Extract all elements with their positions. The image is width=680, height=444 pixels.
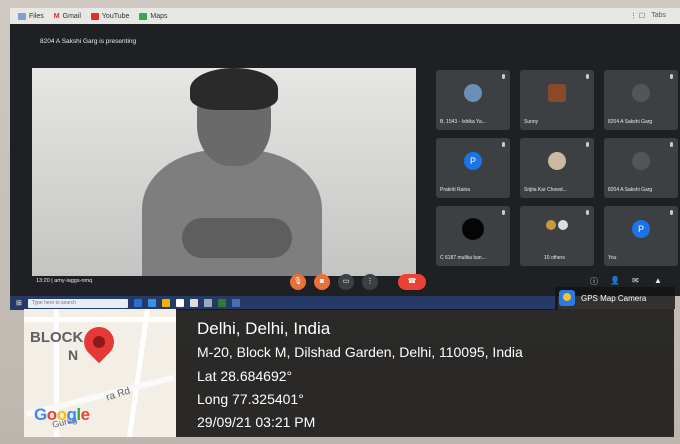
avatar bbox=[548, 84, 566, 102]
mic-icon bbox=[670, 210, 673, 215]
hang-up-button[interactable]: ☎ bbox=[398, 274, 426, 290]
meet-window: 8204 A Sakshi Garg is presenting B, 1543… bbox=[10, 24, 680, 296]
avatar bbox=[558, 220, 568, 230]
tabs-icon[interactable]: ⋮ ☐ bbox=[630, 12, 645, 20]
participant-grid: B, 1543 - Ishika Ya... Sunny 8204 A Saks… bbox=[436, 70, 680, 276]
activities-icon[interactable]: ▲ bbox=[654, 276, 662, 285]
mic-icon bbox=[502, 210, 505, 215]
avatar bbox=[548, 152, 566, 170]
participant-name: Prakriti Raina bbox=[440, 187, 471, 193]
participant-name: Srijita Kar Chowd... bbox=[524, 187, 567, 193]
participant-tile[interactable]: P You bbox=[604, 206, 678, 266]
taskbar-search-input[interactable]: Type here to search bbox=[27, 298, 128, 308]
avatar: P bbox=[632, 220, 650, 238]
avatar: P bbox=[464, 152, 482, 170]
captions-button[interactable]: ▭ bbox=[338, 274, 354, 290]
info-icon[interactable]: ⓘ bbox=[590, 276, 598, 287]
explorer-icon[interactable] bbox=[161, 299, 170, 307]
avatar bbox=[632, 152, 650, 170]
bookmark-maps[interactable]: Maps bbox=[139, 12, 168, 20]
person-arms bbox=[182, 218, 292, 258]
avatar bbox=[464, 84, 482, 102]
meeting-details: 13:20 | amy-iaggs-nmq bbox=[36, 278, 93, 284]
latitude: Lat 28.684692° bbox=[197, 368, 293, 384]
bookmark-gmail[interactable]: M Gmail bbox=[54, 13, 81, 20]
maps-icon bbox=[139, 12, 148, 20]
youtube-icon bbox=[90, 12, 99, 20]
presenting-banner: 8204 A Sakshi Garg is presenting bbox=[40, 38, 137, 45]
participant-tile[interactable]: P Prakriti Raina bbox=[436, 138, 510, 198]
chrome-icon[interactable] bbox=[217, 299, 226, 307]
participant-name: 10 others bbox=[544, 255, 565, 261]
longitude: Long 77.325401° bbox=[197, 391, 304, 407]
mic-icon bbox=[586, 74, 589, 79]
mic-icon bbox=[586, 210, 589, 215]
person-hair bbox=[190, 68, 278, 110]
mic-icon bbox=[502, 142, 505, 147]
timestamp: 29/09/21 03:21 PM bbox=[197, 414, 316, 430]
avatar bbox=[462, 218, 484, 240]
taskview-icon[interactable] bbox=[133, 299, 142, 307]
app-icon[interactable] bbox=[231, 299, 240, 307]
map-label-block: BLOCK bbox=[30, 329, 84, 346]
mic-off-button[interactable]: 🎙 bbox=[290, 274, 306, 290]
map-label-road: ra Rd bbox=[104, 385, 132, 404]
mic-icon bbox=[586, 142, 589, 147]
mail-icon[interactable] bbox=[189, 299, 198, 307]
participant-name: 8204 A Sakshi Garg bbox=[608, 119, 653, 125]
app-icon[interactable] bbox=[203, 299, 212, 307]
gps-app-name: GPS Map Camera bbox=[581, 293, 647, 303]
participant-tile[interactable]: Srijita Kar Chowd... bbox=[520, 138, 594, 198]
map-road bbox=[127, 309, 150, 437]
participant-tile[interactable]: 10 others bbox=[520, 206, 594, 266]
bookmark-files[interactable]: Files bbox=[18, 12, 44, 20]
presenter-video[interactable] bbox=[32, 68, 416, 276]
mic-icon bbox=[670, 142, 673, 147]
windows-taskbar: ⊞ Type here to search bbox=[10, 296, 558, 310]
avatar bbox=[632, 84, 650, 102]
more-options-button[interactable]: ⋮ bbox=[362, 274, 378, 290]
gps-camera-logo-icon bbox=[559, 290, 575, 306]
gps-map-camera-badge: GPS Map Camera bbox=[555, 287, 675, 309]
participant-tile[interactable]: B, 1543 - Ishika Ya... bbox=[436, 70, 510, 130]
participant-name: C 6187 mulika ban... bbox=[440, 255, 486, 261]
participant-tile[interactable]: 8204 A Sakshi Garg bbox=[604, 138, 678, 198]
participant-name: Sunny bbox=[524, 119, 539, 125]
gmail-icon: M bbox=[53, 12, 60, 20]
map-thumbnail: BLOCK N ra Rd Gurug Google bbox=[24, 309, 176, 437]
participant-name: You bbox=[608, 255, 617, 261]
chat-icon[interactable]: ✉ bbox=[632, 276, 639, 285]
participant-tile[interactable]: Sunny bbox=[520, 70, 594, 130]
map-label-n: N bbox=[68, 347, 79, 363]
people-icon[interactable]: 👤 bbox=[610, 276, 620, 285]
participant-tile[interactable]: C 6187 mulika ban... bbox=[436, 206, 510, 266]
folder-icon bbox=[18, 12, 26, 20]
edge-icon[interactable] bbox=[147, 299, 156, 307]
mic-icon bbox=[502, 74, 505, 79]
camera-off-button[interactable]: ◙ bbox=[314, 274, 330, 290]
map-road bbox=[24, 317, 176, 322]
browser-right-controls: ⋮ ☐ Tabs bbox=[630, 12, 666, 20]
participant-name: B, 1543 - Ishika Ya... bbox=[440, 119, 486, 125]
tabs-label[interactable]: Tabs bbox=[651, 12, 666, 20]
mic-icon bbox=[670, 74, 673, 79]
start-icon[interactable]: ⊞ bbox=[16, 299, 22, 307]
location-address: M-20, Block M, Dilshad Garden, Delhi, 11… bbox=[197, 344, 523, 360]
browser-bookmarks-bar: Files M Gmail YouTube Maps ⋮ ☐ Tabs bbox=[10, 8, 680, 24]
bookmark-youtube[interactable]: YouTube bbox=[90, 12, 129, 20]
avatar bbox=[546, 220, 556, 230]
store-icon[interactable] bbox=[175, 299, 184, 307]
google-logo: Google bbox=[34, 405, 90, 424]
location-pin-dot bbox=[93, 336, 105, 348]
participant-name: 8204 A Sakshi Garg bbox=[608, 187, 653, 193]
location-city: Delhi, Delhi, India bbox=[197, 319, 331, 338]
participant-tile[interactable]: 8204 A Sakshi Garg bbox=[604, 70, 678, 130]
